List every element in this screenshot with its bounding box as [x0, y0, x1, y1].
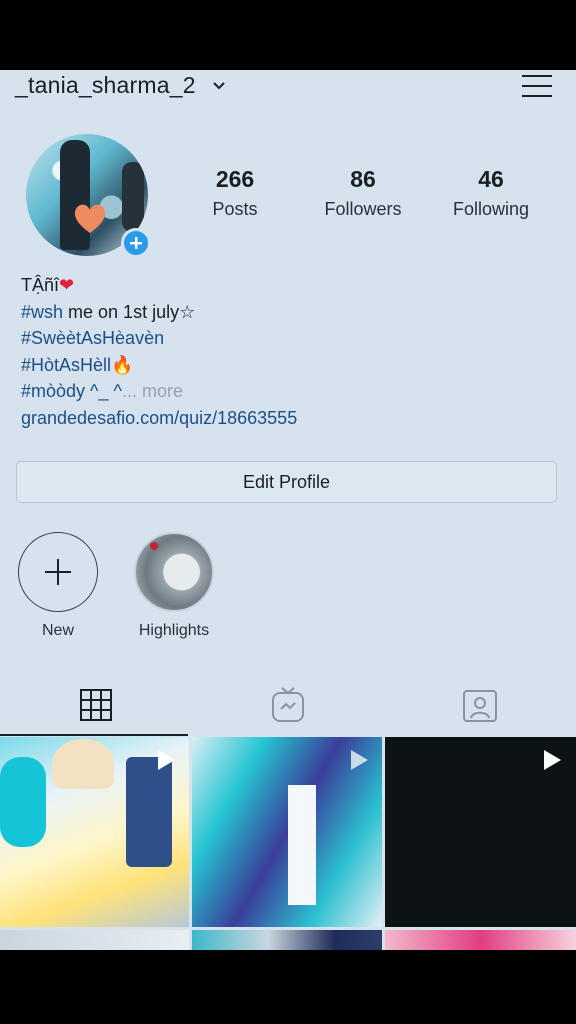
new-highlight-circle[interactable]	[18, 532, 98, 612]
username-title[interactable]: _tania_sharma_2	[15, 72, 196, 99]
chevron-down-icon[interactable]	[212, 78, 226, 92]
new-highlight[interactable]: New	[8, 532, 108, 640]
bio-line-1: #wsh me on 1st july☆	[21, 299, 297, 326]
tab-tagged[interactable]	[384, 670, 576, 740]
menu-icon[interactable]	[522, 74, 552, 98]
hashtag-link[interactable]: #HòtAsHèll	[21, 355, 111, 375]
highlight-item[interactable]: Highlights	[124, 532, 224, 640]
video-play-icon	[544, 750, 561, 770]
avatar-figure	[122, 162, 144, 232]
following-count: 46	[478, 166, 504, 192]
followers-count: 86	[350, 166, 376, 192]
posts-count: 266	[215, 166, 255, 192]
highlight-thumbnail[interactable]	[134, 532, 214, 612]
post-thumbnail[interactable]	[0, 930, 189, 950]
bottom-black-bar	[0, 950, 576, 1024]
bio-name-line: TẬñî❤	[21, 272, 297, 299]
add-story-button[interactable]	[121, 228, 151, 258]
fire-emoji: 🔥	[111, 354, 134, 375]
igtv-icon	[272, 687, 304, 722]
tagged-icon	[463, 690, 497, 722]
heart-emoji: ❤	[59, 275, 75, 295]
profile-header: _tania_sharma_2	[0, 70, 576, 106]
bio-text: me on 1st july☆	[63, 301, 196, 322]
video-play-icon	[351, 750, 368, 770]
post-figure	[0, 757, 46, 847]
active-tab-indicator	[0, 734, 188, 736]
followers-label: Followers	[324, 199, 402, 219]
profile-screen: _tania_sharma_2 266 Posts 86 Followers 4…	[0, 70, 576, 950]
video-play-icon	[158, 750, 175, 770]
post-figure	[126, 757, 172, 867]
bio-name: TẬñî	[21, 275, 60, 295]
posts-label: Posts	[212, 199, 258, 219]
post-figure	[288, 785, 316, 905]
post-figure	[52, 739, 114, 789]
post-thumbnail[interactable]	[192, 930, 382, 950]
hashtag-link[interactable]: #wsh	[21, 302, 63, 322]
website-link[interactable]: grandedesafio.com/quiz/18663555	[21, 405, 297, 432]
thumbnail-detail	[150, 542, 158, 550]
post-thumbnail[interactable]	[385, 737, 576, 927]
tab-grid[interactable]	[0, 670, 192, 740]
profile-tabs	[0, 670, 576, 740]
more-link[interactable]: ... more	[122, 381, 183, 401]
edit-profile-button[interactable]: Edit Profile	[16, 461, 557, 503]
bio-line-4: #mòòdy ^_ ^... more	[21, 378, 297, 405]
top-black-bar	[0, 0, 576, 70]
post-thumbnail[interactable]	[0, 737, 189, 927]
stat-following[interactable]: 46 Following	[426, 166, 556, 220]
post-thumbnail[interactable]	[385, 930, 576, 950]
bio-line-3: #HòtAsHèll🔥	[21, 352, 297, 379]
highlight-label: Highlights	[138, 622, 210, 639]
bio: TẬñî❤ #wsh me on 1st july☆ #SwèètAsHèavè…	[21, 272, 297, 431]
heart-icon	[74, 204, 106, 233]
stat-posts[interactable]: 266 Posts	[170, 166, 300, 220]
hashtag-link[interactable]: #mòòdy ^_ ^	[21, 381, 122, 401]
stat-followers[interactable]: 86 Followers	[298, 166, 428, 220]
grid-icon	[80, 689, 112, 721]
following-label: Following	[452, 199, 530, 219]
plus-icon	[44, 558, 71, 585]
plus-icon	[130, 237, 142, 249]
tab-igtv[interactable]	[192, 670, 384, 740]
highlight-label: New	[41, 622, 74, 639]
hashtag-link[interactable]: #SwèètAsHèavèn	[21, 325, 297, 352]
posts-grid	[0, 737, 576, 950]
post-thumbnail[interactable]	[192, 737, 382, 927]
